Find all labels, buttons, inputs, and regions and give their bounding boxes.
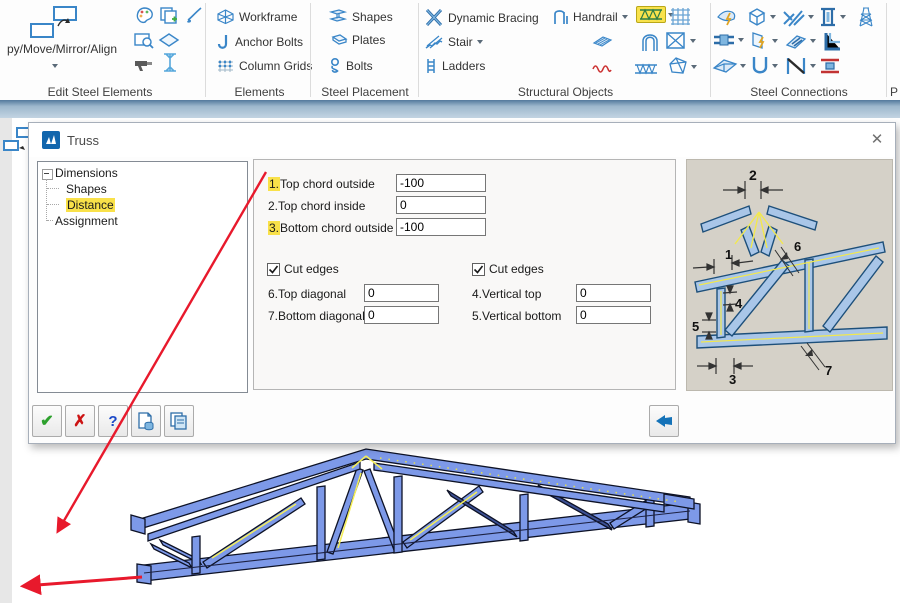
- label-top-chord-outside: 1.Top chord outside: [268, 177, 375, 191]
- input-vertical-top[interactable]: [576, 284, 651, 302]
- truss-dialog: Truss ✕ Dimensions Shapes Distance Assig…: [28, 122, 896, 444]
- tree-line: [47, 188, 59, 189]
- save-to-library-button[interactable]: [131, 405, 161, 437]
- truss-dimension-diagram: 2 6 1 4 5 3 7: [692, 167, 888, 387]
- label-top-diagonal: 6.Top diagonal: [268, 287, 347, 301]
- dialog-title: Truss: [67, 133, 100, 148]
- tree-line: [46, 179, 47, 221]
- input-bottom-diagonal[interactable]: [364, 306, 439, 324]
- previous-joint-button[interactable]: [649, 405, 679, 437]
- copy-settings-button[interactable]: [164, 405, 194, 437]
- svg-text:4: 4: [735, 296, 743, 311]
- tree-item-assignment[interactable]: Assignment: [55, 214, 118, 228]
- copy-documents-icon: [170, 412, 187, 430]
- cut-edges-right-checkbox[interactable]: Cut edges: [472, 262, 544, 276]
- label-bottom-diagonal: 7.Bottom diagonal: [268, 309, 365, 323]
- label-num-3: 3.: [268, 221, 281, 235]
- cut-edges-left-label: Cut edges: [284, 262, 339, 276]
- help-button[interactable]: ?: [98, 405, 128, 437]
- checkbox-checked-icon: [472, 262, 485, 276]
- close-icon[interactable]: ✕: [867, 130, 887, 150]
- app-window: py/Move/Mirror/Align Edit Steel Elements…: [0, 0, 900, 603]
- ok-button[interactable]: ✔: [32, 405, 62, 437]
- svg-text:6: 6: [794, 239, 801, 254]
- label-top-chord-inside: 2.Top chord inside: [268, 199, 366, 213]
- cut-edges-right-label: Cut edges: [489, 262, 544, 276]
- blue-back-arrow-icon: [656, 415, 672, 427]
- document-database-icon: [138, 412, 154, 431]
- svg-text:5: 5: [692, 319, 699, 334]
- dialog-tree-panel: Dimensions Shapes Distance Assignment: [37, 161, 248, 393]
- svg-text:7: 7: [825, 363, 832, 378]
- checkbox-checked-icon: [267, 262, 280, 276]
- cut-edges-left-checkbox[interactable]: Cut edges: [267, 262, 339, 276]
- dialog-preview-panel: 2 6 1 4 5 3 7: [686, 159, 893, 391]
- label-vertical-top: 4.Vertical top: [472, 287, 542, 301]
- cancel-button[interactable]: ✗: [65, 405, 95, 437]
- tree-item-dimensions[interactable]: Dimensions: [55, 166, 118, 180]
- input-top-diagonal[interactable]: [364, 284, 439, 302]
- label-num-1: 1.: [268, 177, 281, 191]
- tree-line: [47, 204, 59, 205]
- input-top-chord-outside[interactable]: [396, 174, 486, 192]
- tree-item-shapes[interactable]: Shapes: [66, 182, 107, 196]
- tree-item-distance[interactable]: Distance: [66, 198, 115, 212]
- tree-collapse-icon[interactable]: [42, 169, 53, 180]
- advance-steel-logo-icon: [42, 131, 60, 149]
- tree-line: [47, 220, 53, 221]
- dialog-form-panel: 1.Top chord outside 2.Top chord inside 3…: [253, 159, 676, 390]
- label-bottom-chord-outside: 3.Bottom chord outside: [268, 221, 394, 235]
- svg-text:1: 1: [725, 247, 732, 262]
- input-top-chord-inside[interactable]: [396, 196, 486, 214]
- svg-text:3: 3: [729, 372, 736, 387]
- label-vertical-bottom: 5.Vertical bottom: [472, 309, 562, 323]
- cancel-x-icon: ✗: [73, 413, 87, 430]
- dialog-title-bar[interactable]: Truss ✕: [29, 123, 895, 157]
- check-icon: ✔: [40, 413, 54, 430]
- svg-text:2: 2: [749, 167, 757, 183]
- input-bottom-chord-outside[interactable]: [396, 218, 486, 236]
- input-vertical-bottom[interactable]: [576, 306, 651, 324]
- question-icon: ?: [108, 412, 118, 430]
